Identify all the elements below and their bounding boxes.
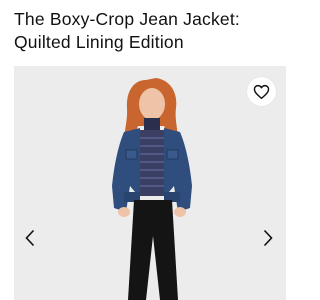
heart-icon [253,84,270,99]
next-image-button[interactable] [260,227,276,249]
favorite-button[interactable] [247,77,276,106]
product-image [14,66,286,300]
chevron-right-icon [263,229,273,247]
chevron-left-icon [25,229,35,247]
previous-image-button[interactable] [22,227,38,249]
product-image-gallery[interactable] [14,66,286,300]
product-title: The Boxy-Crop Jean Jacket: Quilted Linin… [14,9,240,52]
